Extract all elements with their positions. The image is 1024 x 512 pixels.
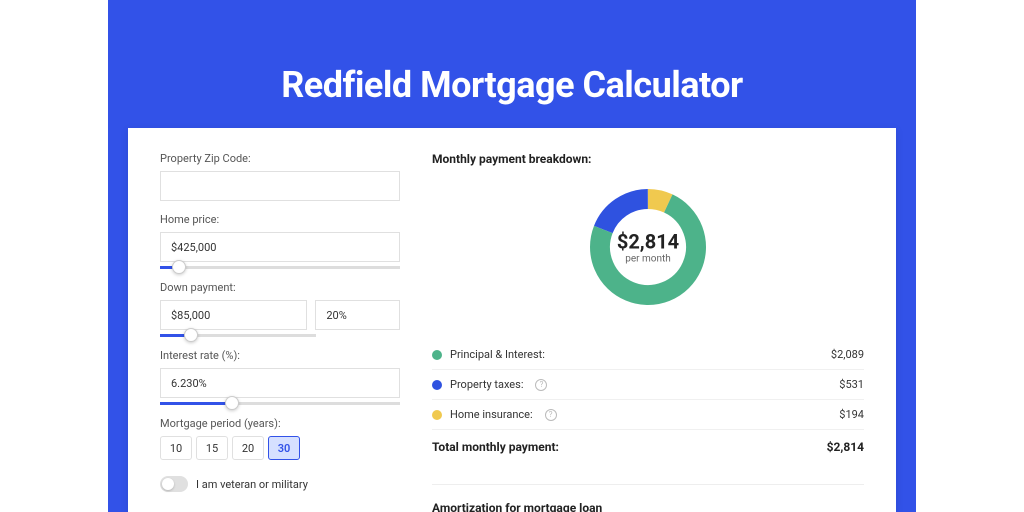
legend-value: $531 (839, 378, 864, 391)
home-price-input[interactable] (160, 232, 400, 262)
amort-title: Amortization for mortgage loan (432, 501, 864, 512)
interest-slider-thumb[interactable] (225, 396, 239, 410)
veteran-toggle[interactable] (160, 476, 188, 492)
legend-dot (432, 380, 442, 390)
info-icon[interactable]: ? (545, 409, 557, 421)
down-payment-slider[interactable] (160, 334, 316, 337)
legend-value: $194 (839, 408, 864, 421)
zip-input[interactable] (160, 171, 400, 201)
legend-row-2: Home insurance:? $194 (432, 400, 864, 430)
toggle-knob (162, 478, 174, 490)
down-payment-input[interactable] (160, 300, 307, 330)
down-payment-pct-input[interactable] (315, 300, 400, 330)
calculator-card: Property Zip Code: Home price: Down paym… (128, 128, 896, 512)
legend-label: Principal & Interest: (450, 348, 545, 361)
legend-dot (432, 410, 442, 420)
donut-center-sub: per month (617, 254, 679, 265)
legend-row-0: Principal & Interest: $2,089 (432, 340, 864, 370)
donut-center-amount: $2,814 (617, 230, 679, 254)
interest-input[interactable] (160, 368, 400, 398)
veteran-label: I am veteran or military (196, 478, 308, 491)
legend-label: Property taxes: (450, 378, 523, 391)
home-price-slider[interactable] (160, 266, 400, 269)
legend-row-1: Property taxes:? $531 (432, 370, 864, 400)
interest-slider[interactable] (160, 402, 400, 405)
period-label: Mortgage period (years): (160, 417, 400, 430)
zip-label: Property Zip Code: (160, 152, 400, 165)
period-30[interactable]: 30 (268, 436, 300, 460)
period-15[interactable]: 15 (196, 436, 228, 460)
interest-label: Interest rate (%): (160, 349, 400, 362)
legend-label: Home insurance: (450, 408, 533, 421)
total-label: Total monthly payment: (432, 440, 559, 454)
donut-chart: $2,814 per month (432, 182, 864, 312)
legend-value: $2,089 (831, 348, 864, 361)
info-icon[interactable]: ? (535, 379, 547, 391)
period-20[interactable]: 20 (232, 436, 264, 460)
period-10[interactable]: 10 (160, 436, 192, 460)
breakdown-column: Monthly payment breakdown: $2,814 per mo… (432, 152, 864, 488)
legend-dot (432, 350, 442, 360)
home-price-label: Home price: (160, 213, 400, 226)
breakdown-title: Monthly payment breakdown: (432, 152, 864, 166)
down-payment-label: Down payment: (160, 281, 400, 294)
home-price-slider-thumb[interactable] (172, 260, 186, 274)
total-value: $2,814 (827, 440, 864, 454)
page-title: Redfield Mortgage Calculator (0, 64, 1024, 106)
inputs-column: Property Zip Code: Home price: Down paym… (160, 152, 400, 488)
down-payment-slider-thumb[interactable] (184, 328, 198, 342)
